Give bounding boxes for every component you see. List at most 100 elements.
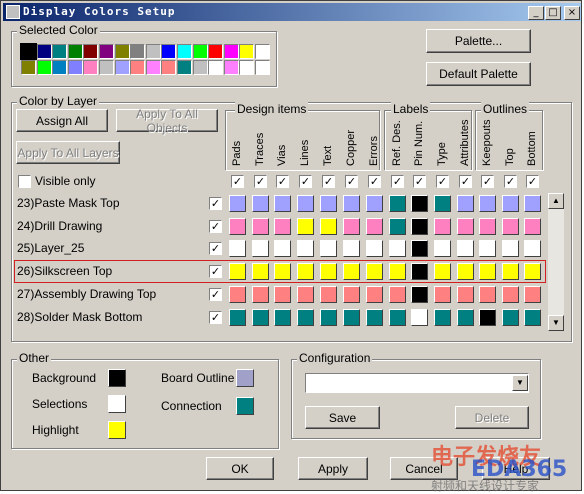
layer-color-cell[interactable] [366,285,383,303]
layer-color-cell[interactable] [366,217,383,235]
palette-swatch[interactable] [114,60,130,75]
column-visible-checkbox[interactable]: ✓ [231,175,244,188]
minimize-button[interactable]: _ [528,6,544,20]
delete-button[interactable]: Delete [455,406,529,429]
maximize-button[interactable]: □ [545,6,561,20]
column-visible-checkbox[interactable]: ✓ [526,175,539,188]
layer-color-cell[interactable] [411,195,428,212]
column-visible-checkbox[interactable]: ✓ [459,175,472,188]
layer-color-cell[interactable] [297,195,314,212]
layer-name[interactable]: 23)Paste Mask Top [17,196,120,210]
layer-color-cell[interactable] [252,195,269,212]
layer-color-cell[interactable] [411,217,428,235]
palette-swatch[interactable] [145,44,161,59]
layer-color-cell[interactable] [343,195,360,212]
layer-color-cell[interactable] [524,285,541,303]
palette-swatch[interactable] [67,60,83,75]
palette-swatch[interactable] [255,60,270,75]
layer-name[interactable]: 25)Layer_25 [17,241,84,255]
palette-swatch[interactable] [36,44,52,59]
palette-swatch[interactable] [20,43,37,60]
layer-color-cell[interactable] [479,217,496,235]
palette-swatch[interactable] [83,44,99,59]
scroll-up-arrow-icon[interactable]: ▲ [548,193,564,209]
layer-color-cell[interactable] [411,308,428,326]
layer-color-cell[interactable] [502,308,519,326]
layer-color-cell[interactable] [297,308,314,326]
layer-color-cell[interactable] [229,308,246,326]
layer-color-cell[interactable] [457,195,474,212]
ok-button[interactable]: OK [206,457,274,480]
layer-color-cell[interactable] [434,240,451,258]
layer-color-cell[interactable] [229,285,246,303]
layer-color-cell[interactable] [502,195,519,212]
layer-color-cell[interactable] [343,308,360,326]
palette-swatch[interactable] [130,44,146,59]
layer-visible-checkbox[interactable]: ✓ [209,197,222,210]
layer-visible-checkbox[interactable]: ✓ [209,242,222,256]
palette-swatch[interactable] [145,60,161,75]
layer-name[interactable]: 24)Drill Drawing [17,219,102,233]
layer-color-cell[interactable] [411,285,428,303]
layer-color-cell[interactable] [366,195,383,212]
close-button[interactable]: × [564,6,580,20]
layer-color-cell[interactable] [389,195,406,212]
palette-swatch[interactable] [208,60,224,75]
palette-swatch[interactable] [208,44,224,59]
layer-color-cell[interactable] [229,195,246,212]
column-visible-checkbox[interactable]: ✓ [322,175,335,188]
palette-swatch[interactable] [192,44,208,59]
palette-swatch[interactable] [21,60,36,75]
layer-color-cell[interactable] [274,195,291,212]
layer-color-cell[interactable] [479,308,496,326]
layer-color-cell[interactable] [389,240,406,258]
layer-color-cell[interactable] [274,217,291,235]
layer-color-cell[interactable] [479,195,496,212]
layer-color-cell[interactable] [457,217,474,235]
layer-color-cell[interactable] [343,285,360,303]
layer-color-cell[interactable] [524,217,541,235]
layer-color-cell[interactable] [229,217,246,235]
layer-color-cell[interactable] [479,240,496,258]
layer-color-cell[interactable] [366,308,383,326]
layer-color-cell[interactable] [411,240,428,258]
column-visible-checkbox[interactable]: ✓ [436,175,449,188]
layer-color-cell[interactable] [343,240,360,258]
layer-color-cell[interactable] [502,217,519,235]
layer-color-cell[interactable] [320,195,337,212]
layer-color-cell[interactable] [457,308,474,326]
column-visible-checkbox[interactable]: ✓ [345,175,358,188]
layer-color-cell[interactable] [343,217,360,235]
layer-visible-checkbox[interactable]: ✓ [209,287,222,301]
layer-color-cell[interactable] [366,240,383,258]
layer-color-cell[interactable] [389,285,406,303]
layer-color-cell[interactable] [320,217,337,235]
column-visible-checkbox[interactable]: ✓ [368,175,381,188]
layer-color-cell[interactable] [502,240,519,258]
layer-color-cell[interactable] [297,285,314,303]
palette-swatch[interactable] [161,60,177,75]
palette-swatch[interactable] [192,60,208,75]
palette-swatch[interactable] [177,44,192,59]
layer-color-cell[interactable] [320,285,337,303]
layer-color-cell[interactable] [479,285,496,303]
palette-swatch[interactable] [99,60,114,75]
layer-color-cell[interactable] [274,285,291,303]
default-palette-button[interactable]: Default Palette [426,62,531,86]
layer-color-cell[interactable] [457,285,474,303]
layer-color-cell[interactable] [297,240,314,258]
layer-scrollbar[interactable]: ▲ ▼ [548,193,564,331]
column-visible-checkbox[interactable]: ✓ [504,175,517,188]
layer-color-cell[interactable] [524,240,541,258]
palette-swatch[interactable] [223,60,239,75]
apply-button[interactable]: Apply [298,457,368,480]
layer-color-cell[interactable] [524,308,541,326]
dropdown-arrow-icon[interactable]: ▼ [512,375,528,391]
layer-color-cell[interactable] [434,217,451,235]
layer-color-cell[interactable] [524,195,541,212]
layer-color-cell[interactable] [252,285,269,303]
layer-color-cell[interactable] [389,217,406,235]
layer-color-cell[interactable] [457,240,474,258]
palette-swatch[interactable] [114,44,130,59]
palette-swatch[interactable] [52,60,68,75]
